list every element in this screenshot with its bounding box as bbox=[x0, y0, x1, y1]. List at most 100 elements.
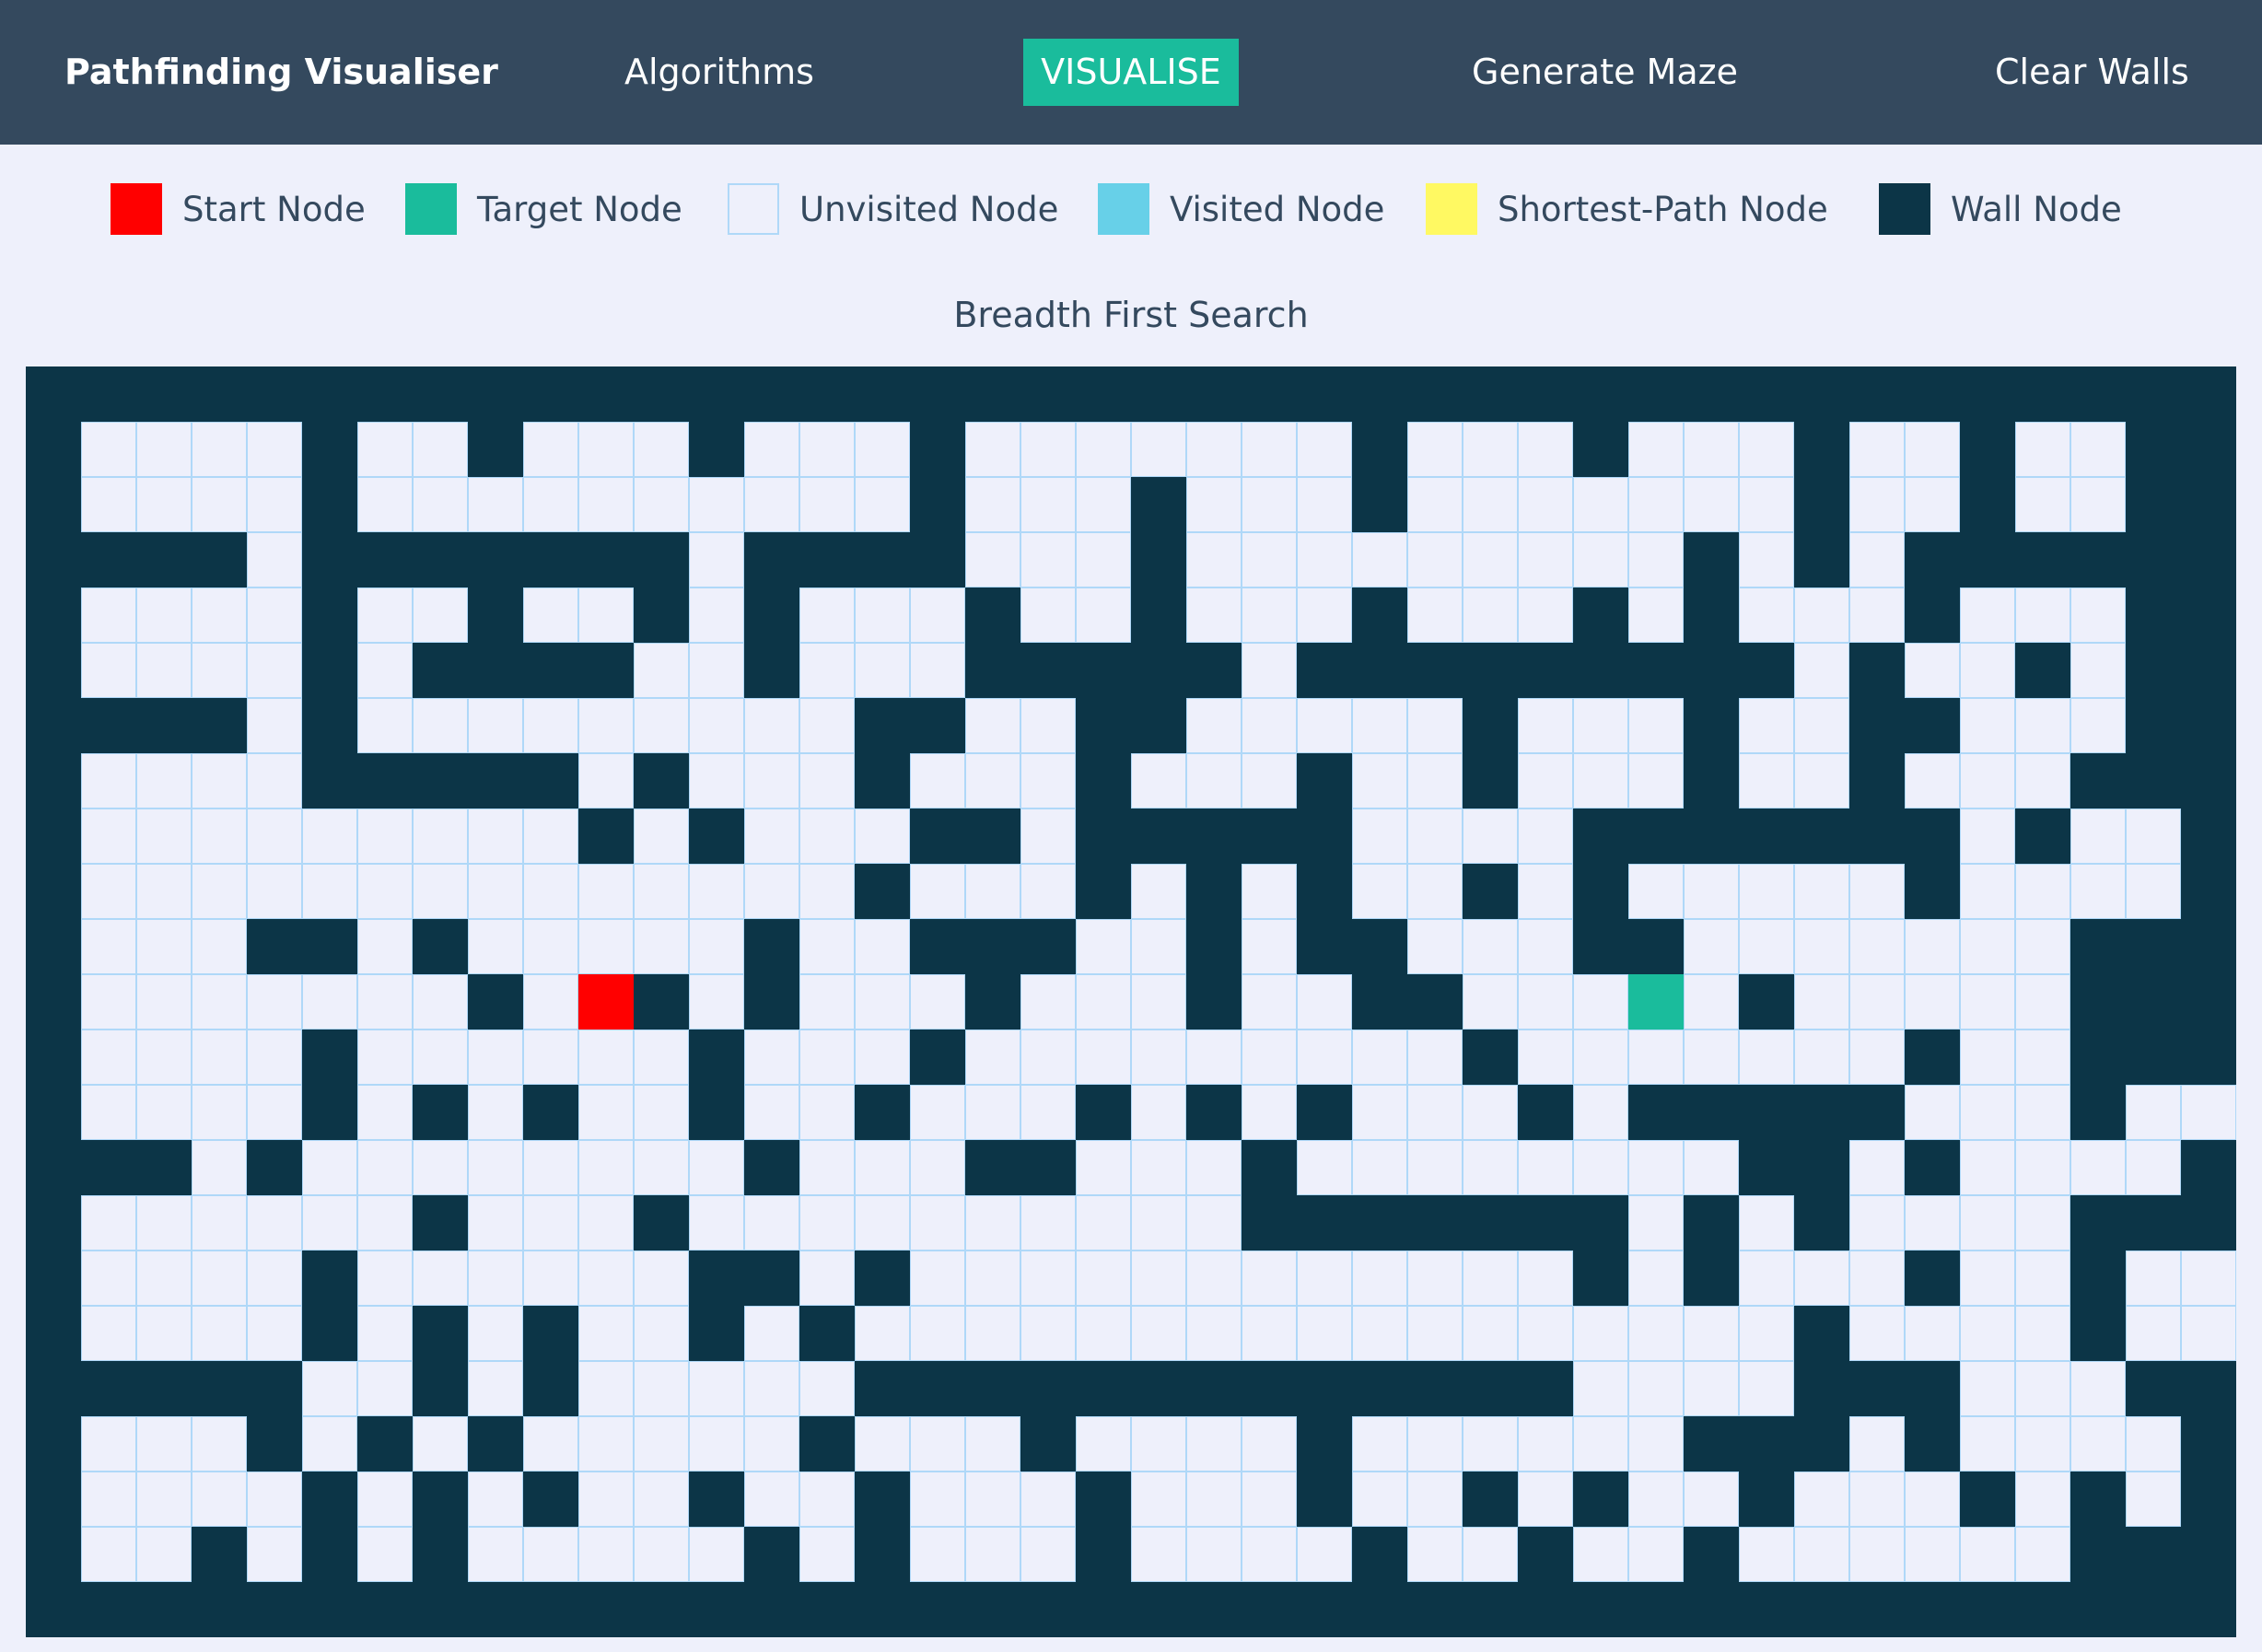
unvisited-node[interactable] bbox=[1186, 477, 1242, 532]
unvisited-node[interactable] bbox=[1518, 1416, 1573, 1472]
unvisited-node[interactable] bbox=[1463, 1140, 1518, 1195]
unvisited-node[interactable] bbox=[468, 1251, 523, 1306]
unvisited-node[interactable] bbox=[2015, 1251, 2070, 1306]
unvisited-node[interactable] bbox=[799, 919, 855, 974]
unvisited-node[interactable] bbox=[634, 1030, 689, 1085]
unvisited-node[interactable] bbox=[81, 1251, 136, 1306]
unvisited-node[interactable] bbox=[2070, 643, 2126, 698]
unvisited-node[interactable] bbox=[855, 643, 910, 698]
unvisited-node[interactable] bbox=[247, 643, 302, 698]
unvisited-node[interactable] bbox=[1739, 1195, 1794, 1251]
unvisited-node[interactable] bbox=[523, 477, 578, 532]
unvisited-node[interactable] bbox=[357, 809, 413, 864]
unvisited-node[interactable] bbox=[1628, 477, 1684, 532]
unvisited-node[interactable] bbox=[1020, 1030, 1076, 1085]
unvisited-node[interactable] bbox=[1628, 422, 1684, 477]
unvisited-node[interactable] bbox=[578, 1195, 634, 1251]
unvisited-node[interactable] bbox=[1518, 1030, 1573, 1085]
unvisited-node[interactable] bbox=[1463, 588, 1518, 643]
unvisited-node[interactable] bbox=[1352, 1085, 1407, 1140]
unvisited-node[interactable] bbox=[578, 919, 634, 974]
app-title[interactable]: Pathfinding Visualiser bbox=[64, 0, 498, 145]
unvisited-node[interactable] bbox=[192, 422, 247, 477]
unvisited-node[interactable] bbox=[1905, 643, 1960, 698]
unvisited-node[interactable] bbox=[1628, 1527, 1684, 1582]
unvisited-node[interactable] bbox=[634, 864, 689, 919]
unvisited-node[interactable] bbox=[1407, 477, 1463, 532]
unvisited-node[interactable] bbox=[1794, 1472, 1849, 1527]
unvisited-node[interactable] bbox=[1352, 1472, 1407, 1527]
unvisited-node[interactable] bbox=[136, 1030, 192, 1085]
unvisited-node[interactable] bbox=[1463, 477, 1518, 532]
unvisited-node[interactable] bbox=[1407, 1416, 1463, 1472]
unvisited-node[interactable] bbox=[1573, 477, 1628, 532]
unvisited-node[interactable] bbox=[1849, 477, 1905, 532]
unvisited-node[interactable] bbox=[799, 588, 855, 643]
unvisited-node[interactable] bbox=[799, 698, 855, 753]
unvisited-node[interactable] bbox=[1186, 1416, 1242, 1472]
unvisited-node[interactable] bbox=[1242, 753, 1297, 809]
unvisited-node[interactable] bbox=[357, 1251, 413, 1306]
unvisited-node[interactable] bbox=[1076, 422, 1131, 477]
unvisited-node[interactable] bbox=[855, 1030, 910, 1085]
unvisited-node[interactable] bbox=[413, 698, 468, 753]
unvisited-node[interactable] bbox=[81, 1030, 136, 1085]
unvisited-node[interactable] bbox=[1739, 1361, 1794, 1416]
maze-grid[interactable] bbox=[26, 366, 2236, 1637]
unvisited-node[interactable] bbox=[192, 1416, 247, 1472]
unvisited-node[interactable] bbox=[1297, 1140, 1352, 1195]
unvisited-node[interactable] bbox=[1573, 698, 1628, 753]
unvisited-node[interactable] bbox=[192, 1251, 247, 1306]
unvisited-node[interactable] bbox=[1573, 1361, 1628, 1416]
unvisited-node[interactable] bbox=[1186, 1140, 1242, 1195]
unvisited-node[interactable] bbox=[910, 588, 965, 643]
algorithms-menu[interactable]: Algorithms bbox=[624, 0, 814, 145]
unvisited-node[interactable] bbox=[689, 864, 744, 919]
unvisited-node[interactable] bbox=[1518, 809, 1573, 864]
unvisited-node[interactable] bbox=[634, 1251, 689, 1306]
unvisited-node[interactable] bbox=[136, 919, 192, 974]
unvisited-node[interactable] bbox=[192, 919, 247, 974]
unvisited-node[interactable] bbox=[81, 919, 136, 974]
unvisited-node[interactable] bbox=[1242, 422, 1297, 477]
unvisited-node[interactable] bbox=[2070, 477, 2126, 532]
unvisited-node[interactable] bbox=[744, 477, 799, 532]
unvisited-node[interactable] bbox=[192, 588, 247, 643]
unvisited-node[interactable] bbox=[910, 974, 965, 1030]
unvisited-node[interactable] bbox=[523, 1030, 578, 1085]
unvisited-node[interactable] bbox=[81, 1195, 136, 1251]
unvisited-node[interactable] bbox=[1573, 1085, 1628, 1140]
unvisited-node[interactable] bbox=[578, 1251, 634, 1306]
unvisited-node[interactable] bbox=[357, 1195, 413, 1251]
unvisited-node[interactable] bbox=[1905, 974, 1960, 1030]
unvisited-node[interactable] bbox=[2126, 1306, 2181, 1361]
unvisited-node[interactable] bbox=[855, 422, 910, 477]
unvisited-node[interactable] bbox=[192, 753, 247, 809]
unvisited-node[interactable] bbox=[1407, 1030, 1463, 1085]
unvisited-node[interactable] bbox=[247, 422, 302, 477]
unvisited-node[interactable] bbox=[744, 1416, 799, 1472]
unvisited-node[interactable] bbox=[689, 588, 744, 643]
unvisited-node[interactable] bbox=[1297, 1527, 1352, 1582]
unvisited-node[interactable] bbox=[799, 1140, 855, 1195]
unvisited-node[interactable] bbox=[799, 809, 855, 864]
unvisited-node[interactable] bbox=[468, 1140, 523, 1195]
unvisited-node[interactable] bbox=[2015, 477, 2070, 532]
unvisited-node[interactable] bbox=[192, 864, 247, 919]
unvisited-node[interactable] bbox=[1960, 919, 2015, 974]
unvisited-node[interactable] bbox=[357, 1085, 413, 1140]
unvisited-node[interactable] bbox=[965, 1195, 1020, 1251]
unvisited-node[interactable] bbox=[1849, 588, 1905, 643]
unvisited-node[interactable] bbox=[1960, 1416, 2015, 1472]
unvisited-node[interactable] bbox=[1573, 1030, 1628, 1085]
unvisited-node[interactable] bbox=[523, 919, 578, 974]
unvisited-node[interactable] bbox=[799, 477, 855, 532]
unvisited-node[interactable] bbox=[1739, 532, 1794, 588]
unvisited-node[interactable] bbox=[1352, 1306, 1407, 1361]
unvisited-node[interactable] bbox=[855, 1140, 910, 1195]
unvisited-node[interactable] bbox=[1020, 1306, 1076, 1361]
start-node[interactable] bbox=[578, 974, 634, 1030]
unvisited-node[interactable] bbox=[2015, 1306, 2070, 1361]
unvisited-node[interactable] bbox=[523, 809, 578, 864]
unvisited-node[interactable] bbox=[192, 1030, 247, 1085]
